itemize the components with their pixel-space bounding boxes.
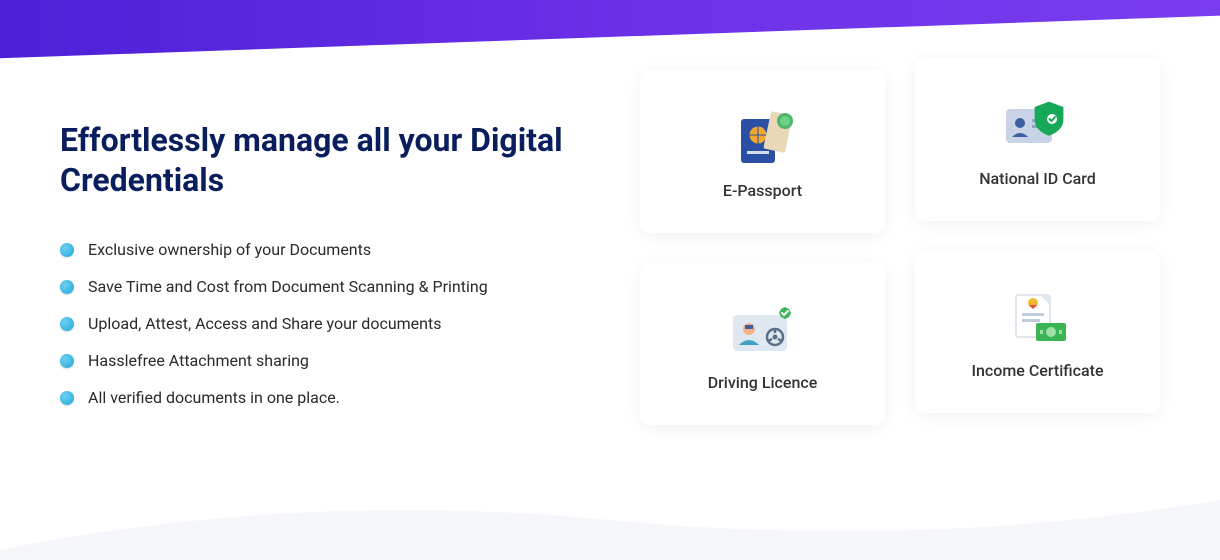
bullet-item: Upload, Attest, Access and Share your do… (60, 314, 600, 333)
id-card-icon (998, 95, 1078, 155)
bottom-curve-decoration (0, 480, 1220, 560)
bullet-text: Save Time and Cost from Document Scannin… (88, 277, 488, 296)
card-income-certificate[interactable]: Income Certificate (915, 251, 1160, 414)
bullet-item: Save Time and Cost from Document Scannin… (60, 277, 600, 296)
card-national-id[interactable]: National ID Card (915, 58, 1160, 221)
card-label: National ID Card (979, 169, 1096, 188)
main-content: Effortlessly manage all your Digital Cre… (0, 0, 1220, 425)
feature-bullets: Exclusive ownership of your Documents Sa… (60, 240, 600, 407)
bullet-text: Hasslefree Attachment sharing (88, 351, 309, 370)
bullet-item: Hasslefree Attachment sharing (60, 351, 600, 370)
credential-cards-grid: E-Passport National ID Card (640, 60, 1160, 425)
bullet-dot-icon (60, 391, 74, 405)
passport-icon (723, 107, 803, 167)
income-certificate-icon (998, 287, 1078, 347)
card-label: Income Certificate (971, 361, 1103, 380)
bullet-dot-icon (60, 280, 74, 294)
bullet-text: Exclusive ownership of your Documents (88, 240, 371, 259)
bullet-text: Upload, Attest, Access and Share your do… (88, 314, 442, 333)
bullet-dot-icon (60, 243, 74, 257)
card-label: E-Passport (723, 181, 802, 200)
text-section: Effortlessly manage all your Digital Cre… (60, 60, 600, 425)
page-heading: Effortlessly manage all your Digital Cre… (60, 120, 600, 200)
bullet-item: Exclusive ownership of your Documents (60, 240, 600, 259)
card-e-passport[interactable]: E-Passport (640, 70, 885, 233)
card-driving-licence[interactable]: Driving Licence (640, 263, 885, 426)
driving-licence-icon (723, 299, 803, 359)
card-label: Driving Licence (708, 373, 818, 392)
bullet-dot-icon (60, 354, 74, 368)
bullet-dot-icon (60, 317, 74, 331)
bullet-text: All verified documents in one place. (88, 388, 340, 407)
bullet-item: All verified documents in one place. (60, 388, 600, 407)
